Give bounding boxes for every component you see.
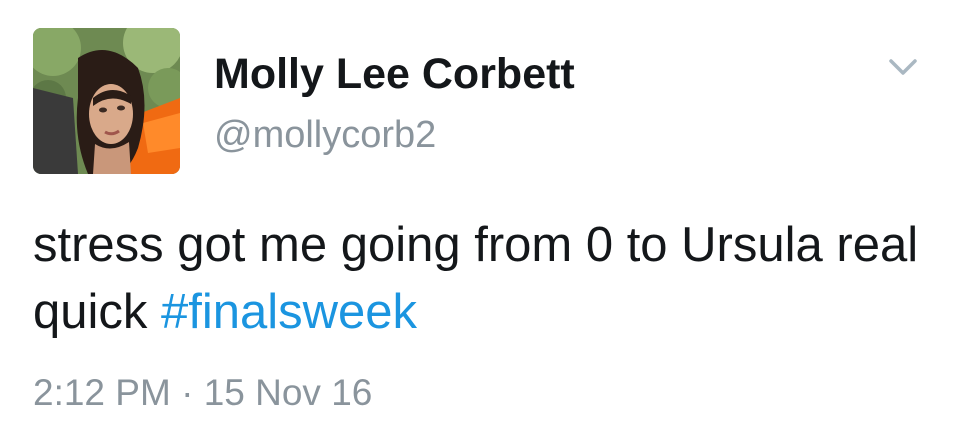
tweet-date: 15 Nov 16 [203, 372, 373, 413]
hashtag-link[interactable]: #finalsweek [161, 285, 417, 339]
timestamp-separator: · [170, 372, 204, 413]
user-handle[interactable]: @mollycorb2 [214, 114, 436, 157]
tweet-card: Molly Lee Corbett @mollycorb2 stress got… [0, 0, 980, 430]
chevron-down-icon[interactable] [886, 52, 920, 82]
avatar-photo-icon [33, 28, 180, 174]
timestamp[interactable]: 2:12 PM · 15 Nov 16 [33, 372, 372, 414]
avatar[interactable] [33, 28, 180, 174]
tweet-time: 2:12 PM [33, 372, 171, 413]
display-name[interactable]: Molly Lee Corbett [214, 50, 575, 99]
tweet-text: stress got me going from 0 to Ursula rea… [33, 212, 953, 346]
